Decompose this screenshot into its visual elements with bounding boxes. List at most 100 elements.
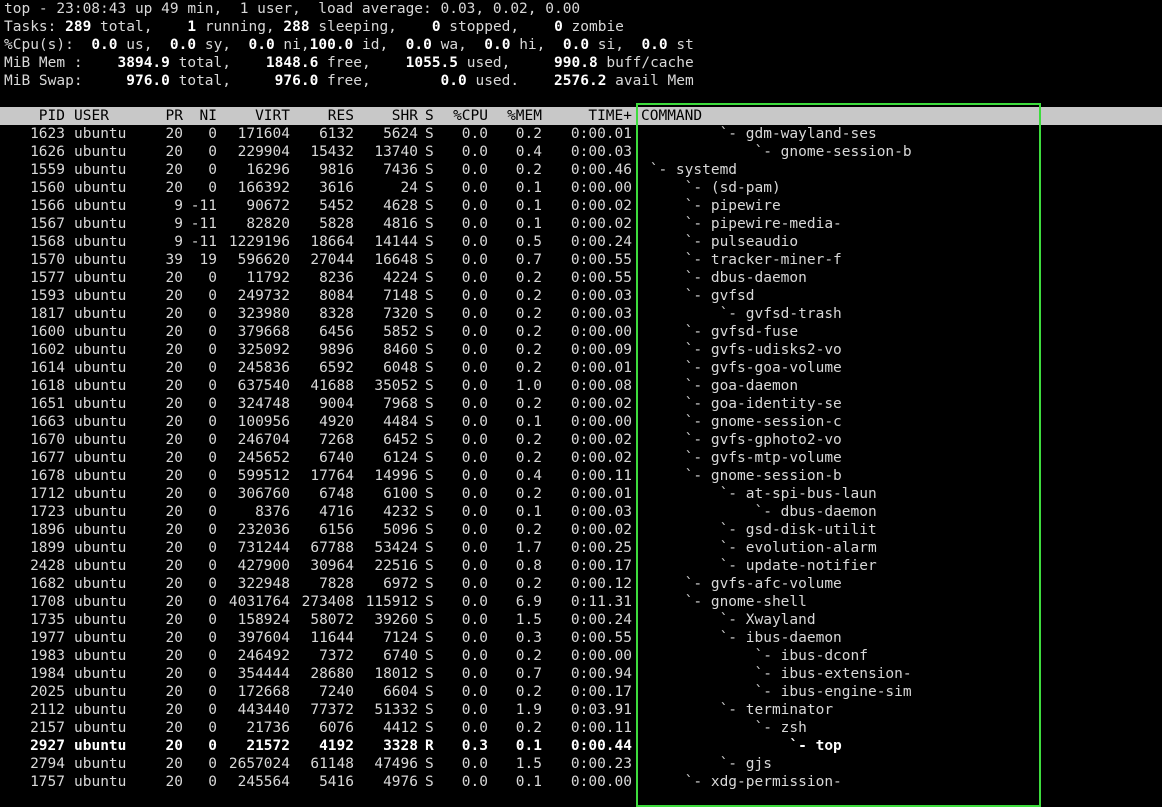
pid-cell: 1677	[30, 450, 65, 466]
user-cell: ubuntu	[74, 306, 127, 322]
process-row[interactable]: 1682 ubuntu 20 0 322948 7828 6972 S 0.0 0.2 0:00.1…	[0, 575, 1162, 593]
user-cell: ubuntu	[74, 378, 127, 394]
process-row[interactable]: 1896 ubuntu 20 0 232036 6156 5096 S 0.0 0.2 0:00.0…	[0, 521, 1162, 539]
process-row[interactable]: 1678 ubuntu 20 0 599512 17764 14996 S 0.0 0.4 0:00…	[0, 467, 1162, 485]
state-cell: S	[425, 684, 434, 700]
cpu-cell: 0.0	[461, 252, 488, 268]
shr-cell: 18012	[374, 666, 418, 682]
state-cell: S	[425, 324, 434, 340]
process-row[interactable]: 1670 ubuntu 20 0 246704 7268 6452 S 0.0 0.2 0:00.0…	[0, 431, 1162, 449]
command-cell: `- (sd-pam)	[641, 180, 781, 196]
process-row[interactable]: 2112 ubuntu 20 0 443440 77372 51332 S 0.0 1.9 0:03…	[0, 701, 1162, 719]
process-row[interactable]: 1817 ubuntu 20 0 323980 8328 7320 S 0.0 0.2 0:00.0…	[0, 305, 1162, 323]
res-cell: 8236	[319, 270, 354, 286]
process-row[interactable]: 2428 ubuntu 20 0 427900 30964 22516 S 0.0 0.8 0:00…	[0, 557, 1162, 575]
process-row[interactable]: 2025 ubuntu 20 0 172668 7240 6604 S 0.0 0.2 0:00.1…	[0, 683, 1162, 701]
time-cell: 0:00.00	[570, 324, 632, 340]
pr-cell: 20	[165, 162, 183, 178]
process-row[interactable]: 1568 ubuntu 9 -11 1229196 18664 14144 S 0.0 0.5 0:…	[0, 233, 1162, 251]
user-cell: ubuntu	[74, 126, 127, 142]
mem-cell: 0.2	[515, 270, 542, 286]
process-row[interactable]: 1593 ubuntu 20 0 249732 8084 7148 S 0.0 0.2 0:00.0…	[0, 287, 1162, 305]
col-header-pid[interactable]: PID	[0, 107, 65, 125]
cpu-cell: 0.3	[461, 738, 488, 754]
process-row[interactable]: 1651 ubuntu 20 0 324748 9004 7968 S 0.0 0.2 0:00.0…	[0, 395, 1162, 413]
process-row[interactable]: 1600 ubuntu 20 0 379668 6456 5852 S 0.0 0.2 0:00.0…	[0, 323, 1162, 341]
process-row[interactable]: 1708 ubuntu 20 0 4031764 273408 115912 S 0.0 6.9 0…	[0, 593, 1162, 611]
process-row[interactable]: 1899 ubuntu 20 0 731244 67788 53424 S 0.0 1.7 0:00…	[0, 539, 1162, 557]
col-header-res[interactable]: RES	[290, 107, 354, 125]
process-row[interactable]: 1560 ubuntu 20 0 166392 3616 24 S 0.0 0.1 0:00.00 …	[0, 179, 1162, 197]
mem-cell: 0.7	[515, 252, 542, 268]
col-header-command[interactable]: COMMAND	[641, 107, 1041, 125]
command-cell: `- gvfsd	[641, 288, 755, 304]
tasks-label: Tasks:	[4, 19, 57, 35]
ni-cell: 0	[208, 738, 217, 754]
process-row[interactable]: 2927 ubuntu 20 0 21572 4192 3328 R 0.3 0.1 0:00.44…	[0, 737, 1162, 755]
command-cell: `- pulseaudio	[641, 234, 799, 250]
process-row[interactable]: 1602 ubuntu 20 0 325092 9896 8460 S 0.0 0.2 0:00.0…	[0, 341, 1162, 359]
virt-cell: 11792	[246, 270, 290, 286]
ni-cell: 0	[208, 432, 217, 448]
process-row[interactable]: 1614 ubuntu 20 0 245836 6592 6048 S 0.0 0.2 0:00.0…	[0, 359, 1162, 377]
mem-cell: 0.7	[515, 666, 542, 682]
process-row[interactable]: 1618 ubuntu 20 0 637540 41688 35052 S 0.0 1.0 0:00…	[0, 377, 1162, 395]
process-row[interactable]: 1566 ubuntu 9 -11 90672 5452 4628 S 0.0 0.1 0:00.0…	[0, 197, 1162, 215]
col-header-cpu[interactable]: %CPU	[440, 107, 488, 125]
process-row[interactable]: 1663 ubuntu 20 0 100956 4920 4484 S 0.0 0.1 0:00.0…	[0, 413, 1162, 431]
mem-cell: 0.8	[515, 558, 542, 574]
col-header-virt[interactable]: VIRT	[217, 107, 290, 125]
col-header-pr[interactable]: PR	[150, 107, 183, 125]
res-cell: 273408	[301, 594, 354, 610]
virt-cell: 246704	[237, 432, 290, 448]
cpu-cell: 0.0	[461, 324, 488, 340]
col-header-mem[interactable]: %MEM	[488, 107, 542, 125]
cpu-cell: 0.0	[461, 234, 488, 250]
ni-cell: 0	[208, 162, 217, 178]
process-row[interactable]: 1735 ubuntu 20 0 158924 58072 39260 S 0.0 1.5 0:00…	[0, 611, 1162, 629]
process-row[interactable]: 1757 ubuntu 20 0 245564 5416 4976 S 0.0 0.1 0:00.0…	[0, 773, 1162, 791]
process-row[interactable]: 1712 ubuntu 20 0 306760 6748 6100 S 0.0 0.2 0:00.0…	[0, 485, 1162, 503]
process-row[interactable]: 1559 ubuntu 20 0 16296 9816 7436 S 0.0 0.2 0:00.46…	[0, 161, 1162, 179]
col-header-shr[interactable]: SHR	[354, 107, 418, 125]
process-table-header: PID USER PR NI VIRT RES SHR S %CPU %MEM …	[0, 107, 1162, 125]
col-header-time[interactable]: TIME+	[542, 107, 632, 125]
process-row[interactable]: 1984 ubuntu 20 0 354444 28680 18012 S 0.0 0.7 0:00…	[0, 665, 1162, 683]
user-cell: ubuntu	[74, 324, 127, 340]
virt-cell: 245652	[237, 450, 290, 466]
process-row[interactable]: 1723 ubuntu 20 0 8376 4716 4232 S 0.0 0.1 0:00.03 …	[0, 503, 1162, 521]
res-cell: 15432	[310, 144, 354, 160]
time-cell: 0:00.03	[570, 306, 632, 322]
process-row[interactable]: 1567 ubuntu 9 -11 82820 5828 4816 S 0.0 0.1 0:00.0…	[0, 215, 1162, 233]
ni-cell: -11	[190, 234, 217, 250]
pr-cell: 20	[165, 684, 183, 700]
col-header-ni[interactable]: NI	[183, 107, 217, 125]
res-cell: 77372	[310, 702, 354, 718]
cpu-cell: 0.0	[461, 396, 488, 412]
process-row[interactable]: 1977 ubuntu 20 0 397604 11644 7124 S 0.0 0.3 0:00.…	[0, 629, 1162, 647]
process-row[interactable]: 1983 ubuntu 20 0 246492 7372 6740 S 0.0 0.2 0:00.0…	[0, 647, 1162, 665]
process-row[interactable]: 1570 ubuntu 39 19 596620 27044 16648 S 0.0 0.7 0:0…	[0, 251, 1162, 269]
ni-cell: 0	[208, 594, 217, 610]
user-cell: ubuntu	[74, 486, 127, 502]
pid-cell: 1663	[30, 414, 65, 430]
ni-cell: 0	[208, 468, 217, 484]
process-row[interactable]: 1577 ubuntu 20 0 11792 8236 4224 S 0.0 0.2 0:00.55…	[0, 269, 1162, 287]
process-row[interactable]: 1623 ubuntu 20 0 171604 6132 5624 S 0.0 0.2 0:00.0…	[0, 125, 1162, 143]
process-row[interactable]: 2157 ubuntu 20 0 21736 6076 4412 S 0.0 0.2 0:00.11…	[0, 719, 1162, 737]
res-cell: 5416	[319, 774, 354, 790]
col-header-state[interactable]: S	[425, 107, 439, 125]
pr-cell: 39	[165, 252, 183, 268]
process-row[interactable]: 1626 ubuntu 20 0 229904 15432 13740 S 0.0 0.4 0:00…	[0, 143, 1162, 161]
cpu-label: %Cpu(s):	[4, 37, 74, 53]
ni-cell: 0	[208, 378, 217, 394]
state-cell: S	[425, 648, 434, 664]
state-cell: S	[425, 576, 434, 592]
cpu-cell: 0.0	[461, 702, 488, 718]
col-header-user[interactable]: USER	[74, 107, 154, 125]
process-row[interactable]: 2794 ubuntu 20 0 2657024 61148 47496 S 0.0 1.5 0:0…	[0, 755, 1162, 773]
process-row[interactable]: 1677 ubuntu 20 0 245652 6740 6124 S 0.0 0.2 0:00.0…	[0, 449, 1162, 467]
cpu-cell: 0.0	[461, 666, 488, 682]
pr-cell: 20	[165, 576, 183, 592]
mem-cell: 0.2	[515, 432, 542, 448]
